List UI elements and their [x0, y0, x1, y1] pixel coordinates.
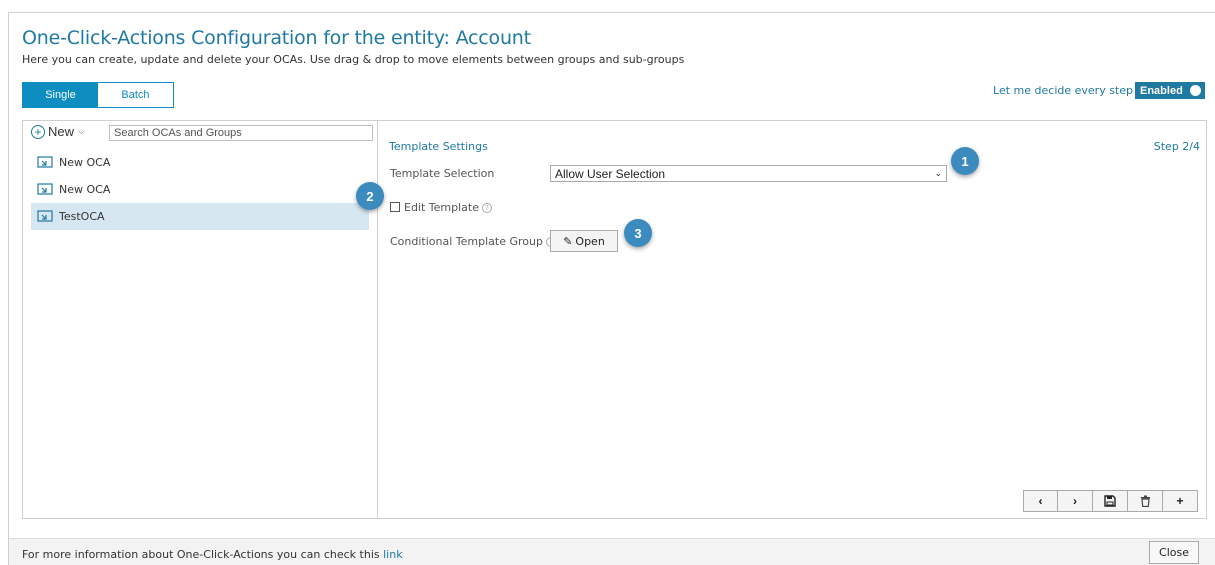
- help-icon[interactable]: ?: [482, 203, 492, 213]
- edit-template-text: Edit Template: [404, 201, 479, 214]
- next-button[interactable]: ›: [1058, 490, 1093, 512]
- edit-template-checkbox[interactable]: [390, 202, 400, 212]
- oca-icon: [37, 209, 53, 222]
- template-settings-panel: Template Settings Step 2/4 Template Sele…: [377, 120, 1207, 519]
- chevron-down-icon: ⌵: [78, 126, 85, 136]
- conditional-template-group-label: Conditional Template Group?: [390, 235, 556, 248]
- list-item-label: New OCA: [59, 183, 111, 196]
- save-icon: [1104, 495, 1116, 507]
- open-button[interactable]: ✎ Open: [550, 230, 618, 252]
- chevron-down-icon: ⌄: [934, 168, 942, 178]
- action-toolbar: ‹ › +: [1023, 490, 1198, 512]
- oca-list-panel: + New ⌵ New OCA New OCA TestOCA: [22, 120, 378, 519]
- mode-toggle: Single Batch: [22, 82, 174, 108]
- toggle-state-label: Enabled: [1140, 84, 1183, 97]
- step-indicator: Step 2/4: [1153, 140, 1200, 153]
- batch-mode-button[interactable]: Batch: [98, 83, 173, 107]
- edit-icon: ✎: [563, 234, 573, 248]
- close-button[interactable]: Close: [1149, 541, 1199, 564]
- search-input[interactable]: [109, 125, 373, 141]
- template-selection-label: Template Selection: [390, 167, 495, 180]
- new-button[interactable]: + New ⌵: [31, 124, 85, 139]
- new-button-label: New: [48, 124, 75, 139]
- footer-bar: For more information about One-Click-Act…: [9, 538, 1215, 565]
- list-item-oca[interactable]: New OCA: [31, 176, 369, 203]
- footer-text: For more information about One-Click-Act…: [22, 548, 380, 561]
- decide-every-step-toggle[interactable]: Enabled: [1135, 82, 1205, 99]
- callout-marker-1: 1: [951, 147, 979, 175]
- conditional-template-text: Conditional Template Group: [390, 235, 543, 248]
- list-item-label: New OCA: [59, 156, 111, 169]
- section-title: Template Settings: [389, 140, 488, 153]
- single-mode-button[interactable]: Single: [23, 83, 98, 107]
- list-item-oca[interactable]: New OCA: [31, 149, 369, 176]
- oca-icon: [37, 155, 53, 168]
- save-button[interactable]: [1093, 490, 1128, 512]
- template-selection-value: Allow User Selection: [555, 166, 666, 181]
- open-button-label: Open: [575, 234, 605, 248]
- previous-button[interactable]: ‹: [1023, 490, 1058, 512]
- oca-list: New OCA New OCA TestOCA: [31, 149, 369, 230]
- delete-button[interactable]: [1128, 490, 1163, 512]
- trash-icon: [1140, 495, 1150, 507]
- add-button[interactable]: +: [1163, 490, 1198, 512]
- footer-link[interactable]: link: [383, 548, 402, 561]
- list-item-label: TestOCA: [59, 210, 105, 223]
- template-selection-select[interactable]: Allow User Selection ⌄: [550, 165, 947, 182]
- page-subtitle: Here you can create, update and delete y…: [22, 53, 685, 66]
- page-title: One-Click-Actions Configuration for the …: [22, 27, 531, 49]
- decide-every-step-label: Let me decide every step: [993, 84, 1133, 97]
- toggle-knob: [1190, 85, 1201, 96]
- plus-circle-icon: +: [31, 124, 45, 139]
- oca-config-dialog: One-Click-Actions Configuration for the …: [8, 12, 1215, 565]
- oca-icon: [37, 182, 53, 195]
- list-item-oca-selected[interactable]: TestOCA: [31, 203, 369, 230]
- edit-template-label: Edit Template?: [404, 201, 492, 214]
- callout-marker-2: 2: [356, 182, 384, 210]
- footer-info: For more information about One-Click-Act…: [22, 548, 403, 561]
- callout-marker-3: 3: [624, 219, 652, 247]
